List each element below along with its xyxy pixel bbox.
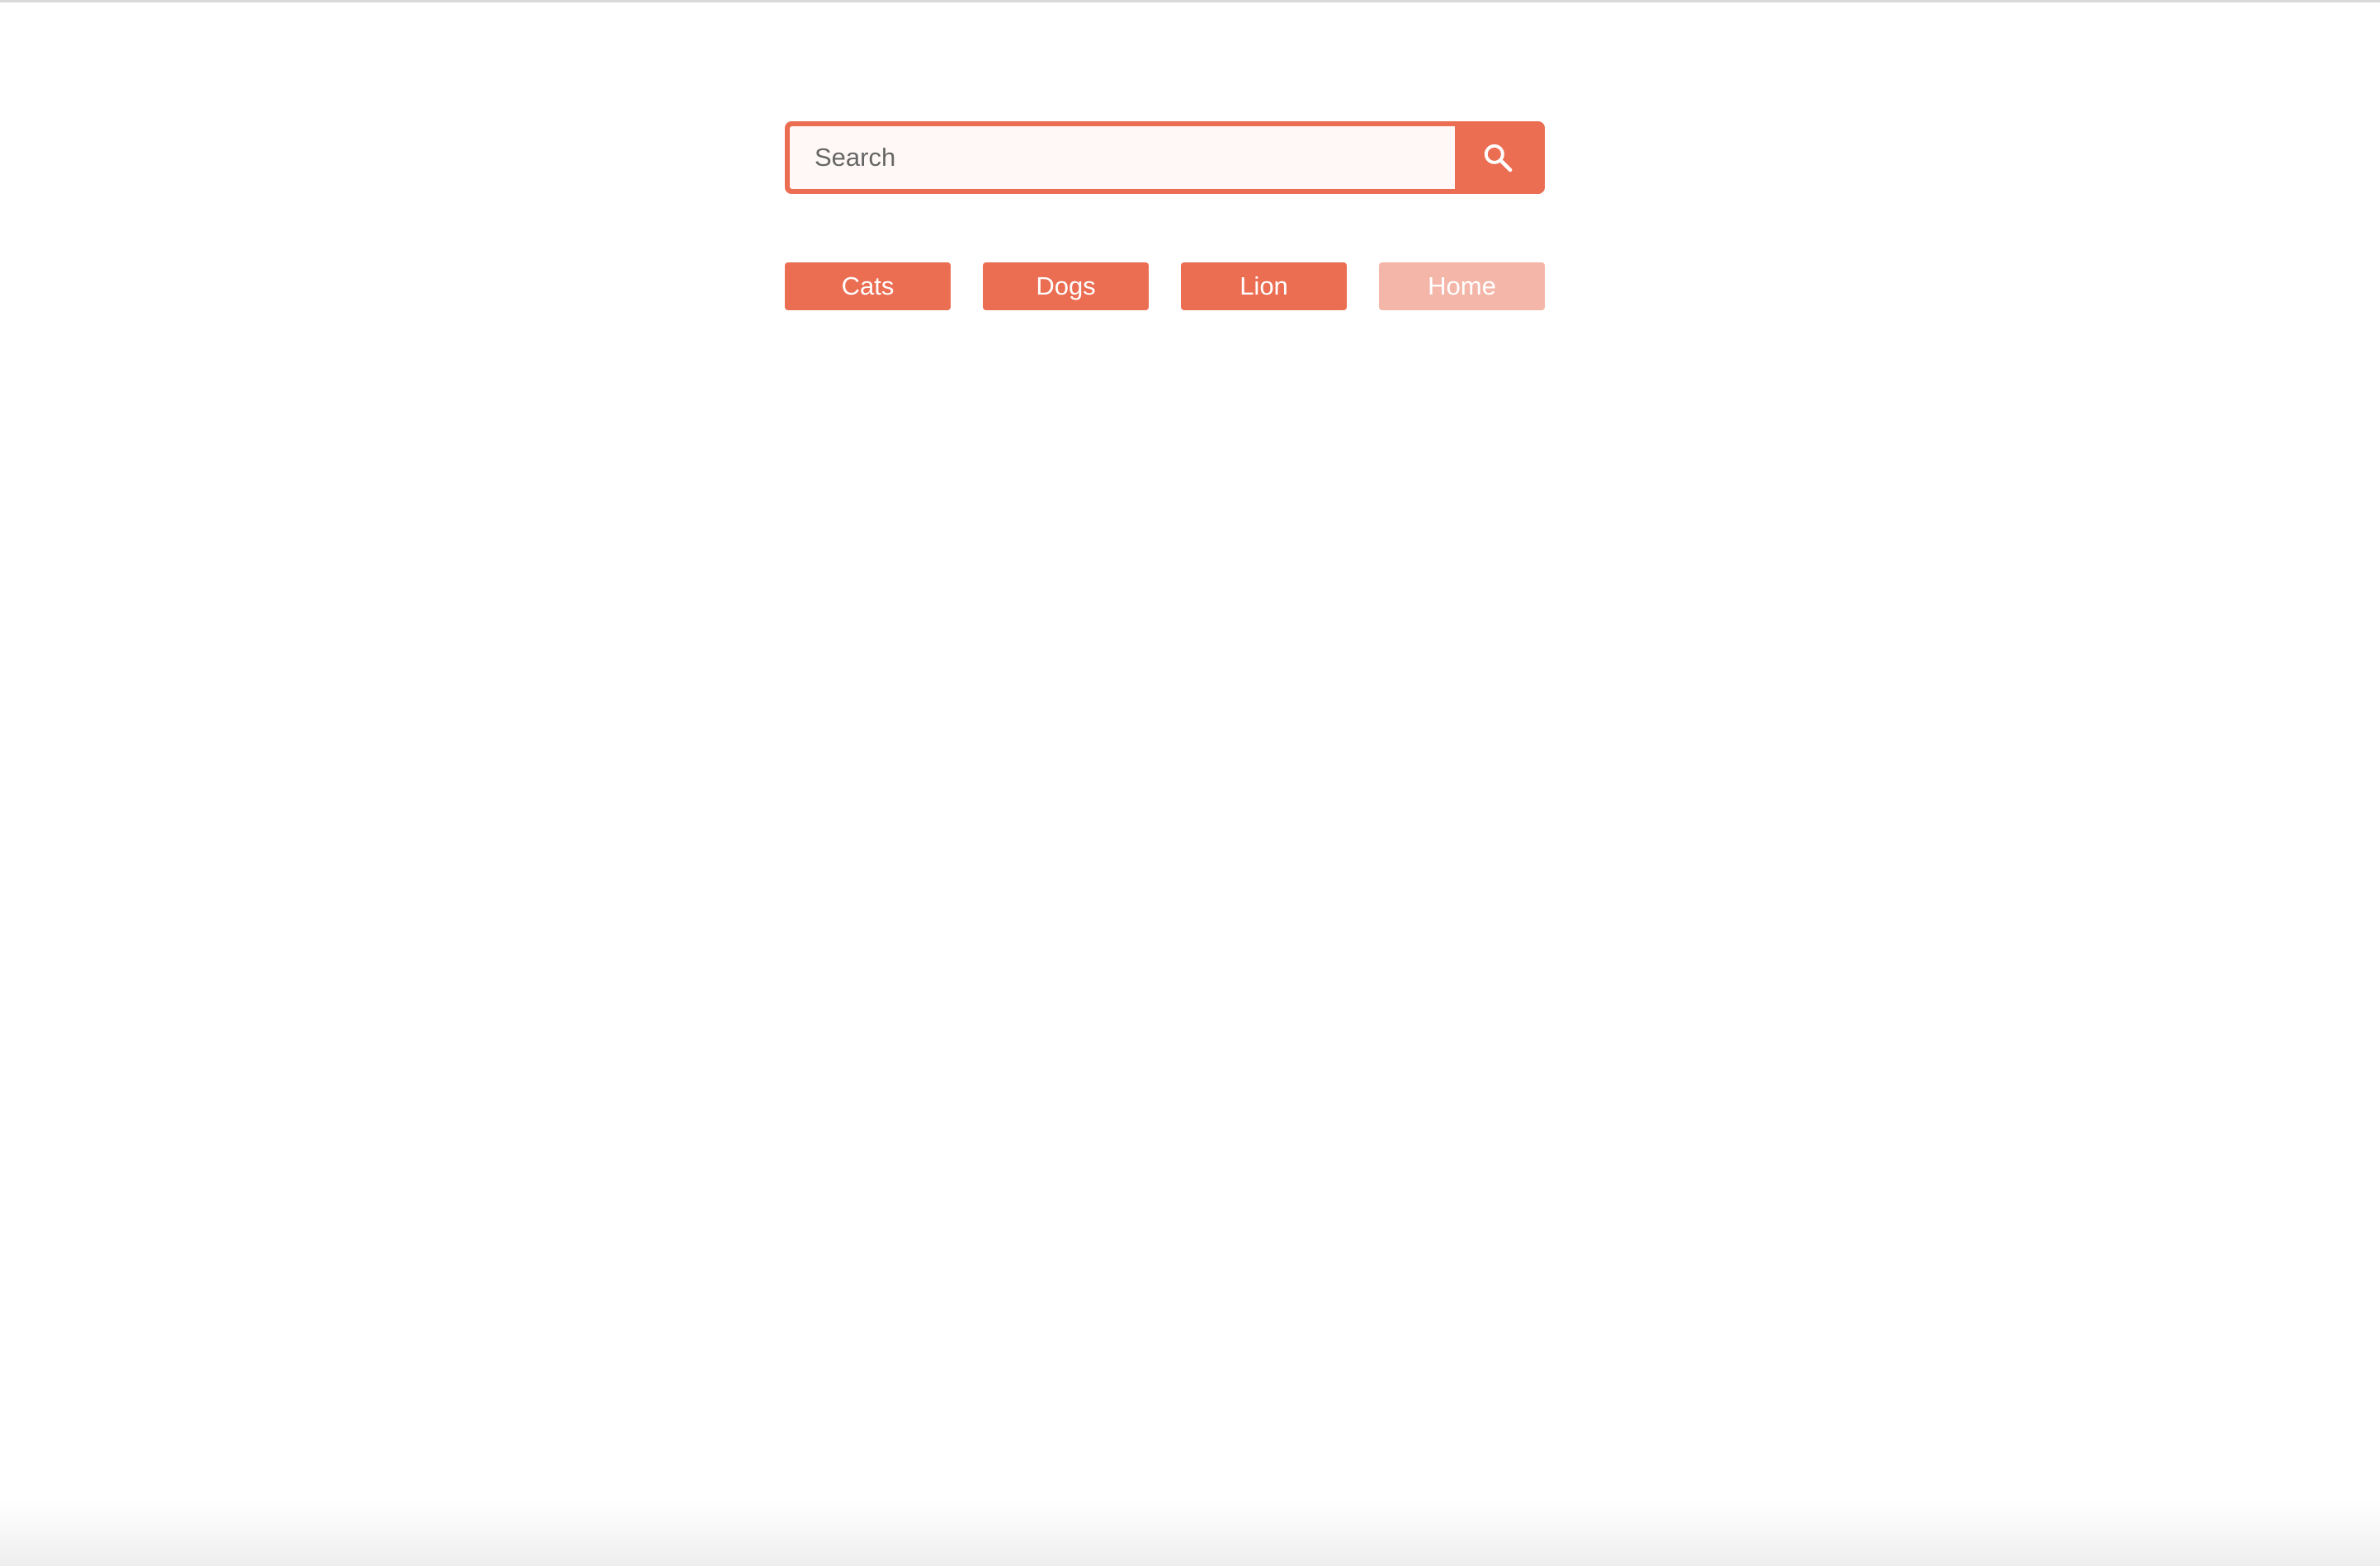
category-buttons: Cats Dogs Lion Home [785,262,1545,310]
lion-button[interactable]: Lion [1181,262,1347,310]
search-icon [1481,141,1514,174]
cats-button[interactable]: Cats [785,262,951,310]
search-input[interactable] [790,126,1455,189]
top-divider [0,0,2380,2]
dogs-button[interactable]: Dogs [983,262,1149,310]
page: Cats Dogs Lion Home [0,0,2380,1566]
bottom-shade [0,1500,2380,1566]
search-button[interactable] [1455,126,1540,189]
home-button[interactable]: Home [1379,262,1545,310]
search-bar [785,121,1545,194]
